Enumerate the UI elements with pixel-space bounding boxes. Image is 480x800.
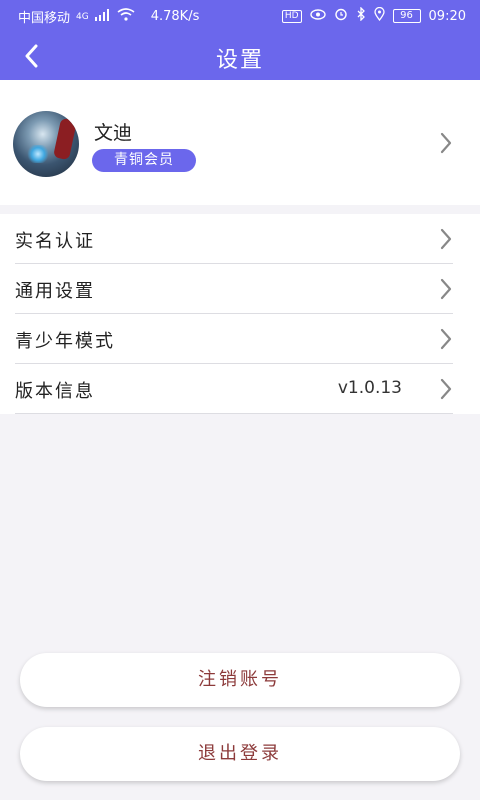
carrier-label: 中国移动 [18,11,71,26]
settings-item-label: 实名认证 [15,231,95,252]
nav-bar: 设置 [0,32,480,80]
status-bar: 中国移动 4G 4.78K/s HD 96 09:20 [0,0,480,32]
wifi-icon [117,8,135,25]
divider [15,413,453,414]
clock: 09:20 [428,8,466,24]
profile-card[interactable]: 文迪 青铜会员 [0,80,480,205]
signal-icon [94,8,111,25]
chevron-right-icon [440,278,452,300]
network-speed: 4.78K/s [150,9,200,24]
alarm-icon [334,7,348,25]
chevron-right-icon [440,328,452,350]
user-name: 文迪 [94,122,133,144]
settings-item-label: 通用设置 [15,281,95,302]
settings-item-version[interactable]: 版本信息 v1.0.13 [0,364,480,414]
eye-icon [309,8,326,24]
chevron-right-icon [440,132,452,154]
settings-item-label: 青少年模式 [15,331,115,352]
deactivate-account-button[interactable]: 注销账号 [20,653,460,707]
settings-item-general[interactable]: 通用设置 [0,264,480,314]
hd-icon: HD [281,9,302,23]
chevron-right-icon [440,228,452,250]
member-badge: 青铜会员 [92,149,196,172]
top-bar: 中国移动 4G 4.78K/s HD 96 09:20 设置 [0,0,480,80]
logout-button[interactable]: 退出登录 [20,727,460,781]
avatar-cape [53,117,77,161]
settings-list: 实名认证 通用设置 青少年模式 版本信息 v1.0.13 [0,214,480,414]
settings-item-real-name[interactable]: 实名认证 [0,214,480,264]
settings-item-teen-mode[interactable]: 青少年模式 [0,314,480,364]
avatar[interactable] [13,111,79,177]
chevron-right-icon [440,378,452,400]
location-icon [373,6,385,25]
network-type: 4G [76,11,89,22]
battery-icon: 96 [392,9,421,23]
version-value: v1.0.13 [337,378,402,398]
page-title: 设置 [215,48,264,73]
settings-item-label: 版本信息 [15,381,95,402]
bluetooth-icon [356,6,366,25]
avatar-spark [27,145,49,163]
